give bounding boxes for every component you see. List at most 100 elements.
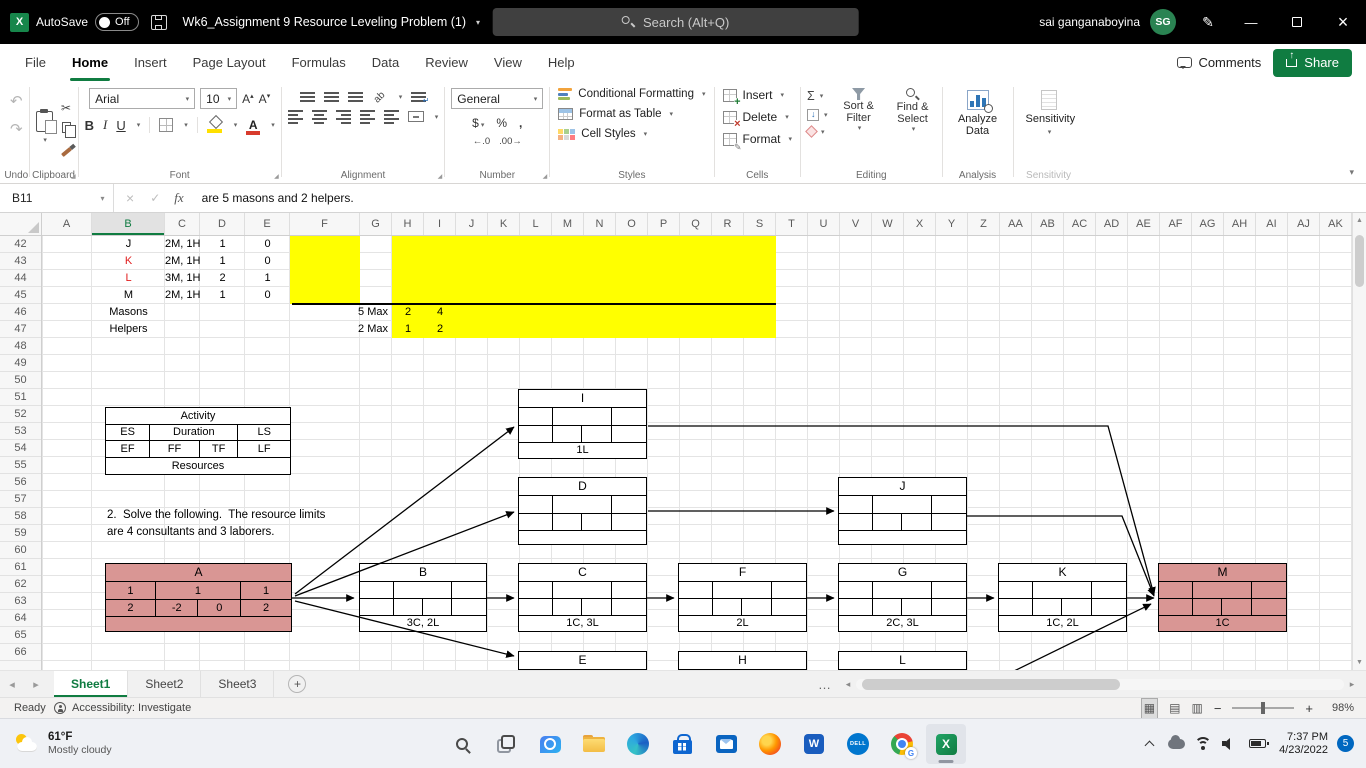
column-header-AI[interactable]: AI <box>1256 213 1288 235</box>
undo-button[interactable]: ↶ <box>10 92 23 110</box>
onedrive-icon[interactable] <box>1163 724 1189 764</box>
currency-format-button[interactable]: $ ▾ <box>472 116 484 130</box>
insert-function-icon[interactable]: fx <box>168 190 193 206</box>
tray-expand-icon[interactable] <box>1136 724 1162 764</box>
row-header-65[interactable]: 65 <box>0 627 41 644</box>
comments-button[interactable]: Comments <box>1177 55 1261 70</box>
activity-node-A[interactable]: A 1 1 1 2 -2 0 2 <box>105 563 292 632</box>
row-header-43[interactable]: 43 <box>0 253 41 270</box>
cell-B45[interactable]: M <box>92 287 165 304</box>
column-header-W[interactable]: W <box>872 213 904 235</box>
sort-filter-button[interactable]: Sort & Filter ▾ <box>836 84 882 136</box>
copy-icon[interactable] <box>61 122 76 138</box>
zoom-level[interactable]: 98% <box>1324 702 1354 714</box>
clear-button[interactable]: ▾ <box>805 125 828 138</box>
taskbar-clock[interactable]: 7:37 PM 4/23/2022 <box>1271 731 1336 757</box>
column-header-D[interactable]: D <box>200 213 245 235</box>
column-header-X[interactable]: X <box>904 213 936 235</box>
cell-E42[interactable]: 0 <box>245 236 290 253</box>
taskbar-icon-store[interactable] <box>662 724 702 764</box>
column-header-M[interactable]: M <box>552 213 584 235</box>
wifi-icon[interactable] <box>1190 724 1216 764</box>
row-header-49[interactable]: 49 <box>0 355 41 372</box>
zoom-slider[interactable] <box>1232 702 1295 714</box>
collapse-ribbon-icon[interactable]: ▾ <box>1349 167 1354 178</box>
alignment-dialog-launcher[interactable]: ◢ <box>438 173 443 180</box>
title-dropdown-icon[interactable]: ▾ <box>476 18 480 27</box>
font-color-icon[interactable]: A <box>246 119 261 135</box>
ribbon-tab-formulas[interactable]: Formulas <box>279 44 359 81</box>
taskbar-icon-excel[interactable] <box>926 724 966 764</box>
horizontal-scrollbar[interactable]: ◂ ▸ <box>840 671 1360 697</box>
avatar[interactable]: SG <box>1150 9 1176 35</box>
conditional-formatting-button[interactable]: Conditional Formatting ▾ <box>556 84 707 104</box>
cut-icon[interactable]: ✂ <box>61 101 71 115</box>
volume-icon[interactable] <box>1217 724 1243 764</box>
problem-note-line1[interactable]: 2. Solve the following. The resource lim… <box>107 509 325 521</box>
search-box[interactable]: Search (Alt+Q) <box>492 8 859 36</box>
ribbon-tab-view[interactable]: View <box>481 44 535 81</box>
row-header-46[interactable]: 46 <box>0 304 41 321</box>
decrease-indent-icon[interactable] <box>359 110 375 124</box>
column-header-E[interactable]: E <box>245 213 290 235</box>
page-layout-view-icon[interactable]: ▤ <box>1169 701 1180 715</box>
ribbon-tab-file[interactable]: File <box>12 44 59 81</box>
format-cells-button[interactable]: Format▾ <box>721 128 795 151</box>
number-dialog-launcher[interactable]: ◢ <box>543 173 548 180</box>
scroll-right-icon[interactable]: ▸ <box>1344 679 1360 690</box>
activity-node-F[interactable]: F 2L <box>678 563 807 632</box>
formula-content[interactable]: are 5 masons and 2 helpers. <box>194 191 354 205</box>
column-header-AD[interactable]: AD <box>1096 213 1128 235</box>
fill-button[interactable]: ▾ <box>807 109 828 121</box>
taskbar-icon-dell[interactable] <box>838 724 878 764</box>
comma-style-button[interactable]: , <box>519 116 522 130</box>
column-header-K[interactable]: K <box>488 213 520 235</box>
vertical-scroll-thumb[interactable] <box>1355 235 1364 287</box>
column-header-I[interactable]: I <box>424 213 456 235</box>
name-box[interactable]: B11 <box>0 191 92 205</box>
minimize-button[interactable]: — <box>1228 0 1274 44</box>
number-format-select[interactable]: General ▾ <box>451 88 544 109</box>
maximize-button[interactable] <box>1274 0 1320 44</box>
taskbar-icon-chrome[interactable] <box>882 724 922 764</box>
font-name-select[interactable]: Arial ▾ <box>89 88 196 109</box>
increase-font-size-icon[interactable]: A▴ <box>242 92 254 106</box>
row-header-62[interactable]: 62 <box>0 576 41 593</box>
column-header-AK[interactable]: AK <box>1320 213 1352 235</box>
taskbar-icon-file-explorer[interactable] <box>574 724 614 764</box>
row-header-55[interactable]: 55 <box>0 457 41 474</box>
add-sheet-button[interactable]: + <box>288 675 307 693</box>
align-left-icon[interactable] <box>287 110 303 124</box>
column-header-R[interactable]: R <box>712 213 744 235</box>
cell-C44[interactable]: 3M, 1H <box>165 270 200 287</box>
cell-I46[interactable]: 4 <box>424 304 456 321</box>
ribbon-tab-review[interactable]: Review <box>412 44 481 81</box>
column-header-G[interactable]: G <box>360 213 392 235</box>
increase-indent-icon[interactable] <box>383 110 399 124</box>
cell-C42[interactable]: 2M, 1H <box>165 236 200 253</box>
taskbar-icon-start[interactable] <box>398 724 438 764</box>
activity-node-M[interactable]: M 1C <box>1158 563 1287 632</box>
column-header-S[interactable]: S <box>744 213 776 235</box>
zoom-in-icon[interactable]: + <box>1305 701 1313 716</box>
decrease-font-size-icon[interactable]: A▾ <box>259 92 271 106</box>
normal-view-icon[interactable]: ▦ <box>1140 697 1159 719</box>
sheet-tab-sheet2[interactable]: Sheet2 <box>128 671 202 697</box>
align-bottom-icon[interactable] <box>347 92 363 102</box>
activity-node-H[interactable]: H <box>678 651 807 670</box>
cell-E45[interactable]: 0 <box>245 287 290 304</box>
cell-B42[interactable]: J <box>92 236 165 253</box>
column-header-AH[interactable]: AH <box>1224 213 1256 235</box>
scroll-left-icon[interactable]: ◂ <box>840 679 856 690</box>
horizontal-scroll-thumb[interactable] <box>862 678 1120 690</box>
cell-B43[interactable]: K <box>92 253 165 270</box>
column-header-P[interactable]: P <box>648 213 680 235</box>
column-header-L[interactable]: L <box>520 213 552 235</box>
redo-button[interactable]: ↷ <box>10 120 23 138</box>
cancel-icon[interactable]: × <box>114 190 142 206</box>
align-middle-icon[interactable] <box>323 92 339 102</box>
autosave-toggle[interactable]: Off <box>95 13 139 31</box>
activity-node-D[interactable]: D <box>518 477 647 545</box>
close-button[interactable]: × <box>1320 0 1366 44</box>
taskbar-icon-search[interactable] <box>442 724 482 764</box>
